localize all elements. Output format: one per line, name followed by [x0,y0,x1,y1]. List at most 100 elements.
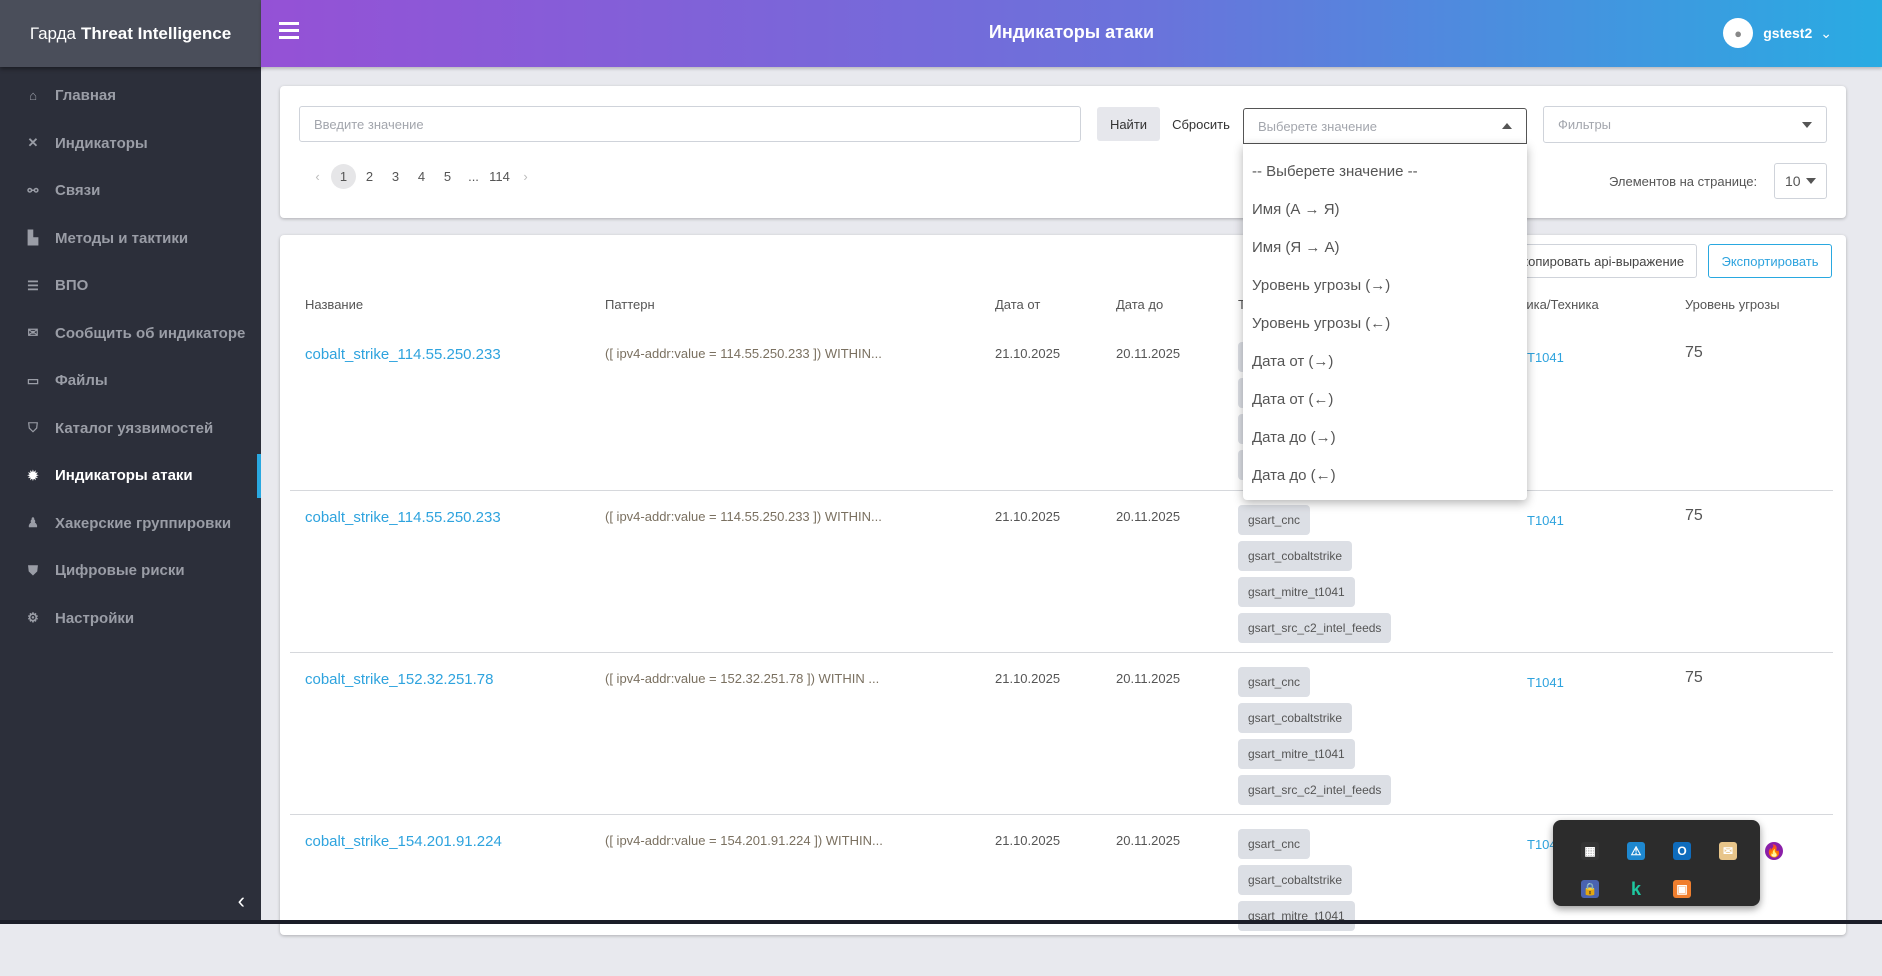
indicator-name-link[interactable]: cobalt_strike_114.55.250.233 [305,509,501,526]
tag-badge[interactable]: gsart_mitre_t1041 [1238,577,1355,607]
sidebar-item-5[interactable]: ✉ Сообщить об индикаторе [0,310,261,358]
sidebar-item-label: Связи [55,182,101,200]
page-1[interactable]: 1 [331,164,356,189]
sidebar-item-label: Индикаторы [55,134,148,152]
sort-option[interactable]: -- Выберете значение -- [1243,152,1527,190]
sidebar-item-label: ВПО [55,277,89,295]
taskbar-edge [0,920,1882,924]
sidebar-item-8[interactable]: ✹ Индикаторы атаки [0,452,261,500]
tag-badge[interactable]: gsart_src_c2_intel_feeds [1238,613,1392,643]
outlook-icon[interactable]: O [1673,842,1691,860]
search-placeholder: Введите значение [314,116,424,132]
sidebar-item-label: Каталог уязвимостей [55,419,214,437]
top-bar: Индикаторы атаки ● gstest2 ⌄ [261,0,1882,67]
column-header[interactable]: Паттерн [605,297,655,312]
sidebar-item-3[interactable]: ▙ Методы и тактики [0,215,261,263]
defender-warning-icon[interactable]: ⚠ [1627,842,1645,860]
brand-name: Threat Intelligence [80,23,232,43]
sidebar-item-7[interactable]: ⛉ Каталог уязвимостей [0,405,261,453]
sort-option[interactable]: Имя (Я → А) [1243,228,1527,266]
sidebar-item-label: Методы и тактики [55,229,189,247]
export-button[interactable]: Экспортировать [1708,244,1832,278]
tag-badge[interactable]: gsart_cnc [1238,829,1311,859]
sidebar-item-0[interactable]: ⌂ Главная [0,72,261,120]
pagination: ‹ 1 2 3 4 5... 114 › [305,164,539,189]
sort-option[interactable]: Уровень угрозы (→) [1243,266,1527,304]
sort-placeholder: Выберете значение [1258,118,1377,134]
page-title: Индикаторы атаки [988,22,1155,42]
page-4[interactable]: 4 [409,164,434,189]
sort-option[interactable]: Дата до (←) [1243,456,1527,494]
reset-button[interactable]: Сбросить [1166,107,1236,141]
search-input[interactable]: Введите значение [299,106,1081,142]
tag-badge[interactable]: gsart_mitre_t1041 [1238,901,1355,931]
user-menu[interactable]: ● gstest2 ⌄ [1723,18,1832,48]
mail-icon[interactable]: ✉ [1719,842,1737,860]
tactic-link[interactable]: T1041 [1527,675,1564,690]
avatar-icon: ● [1723,18,1754,48]
sidebar-item-label: Главная [55,87,117,105]
indicator-name-link[interactable]: cobalt_strike_152.32.251.78 [305,671,493,688]
chat-notify-icon[interactable]: ▣ [1673,880,1691,898]
table-row: cobalt_strike_114.55.250.233 ([ ipv4-addr… [290,490,1833,652]
column-header[interactable]: Дата до [1116,297,1163,312]
prev-page-button[interactable]: ‹ [305,164,330,189]
column-header[interactable]: Название [305,297,363,312]
kaspersky-icon[interactable]: k [1627,879,1645,899]
system-tray-overflow: ▦ ⚠ O ✉ 🔥 🔒 k ▣ [1553,820,1783,906]
copy-api-button[interactable]: Скопировать api-выражение [1500,244,1697,278]
sidebar-item-4[interactable]: ☰ ВПО [0,262,261,310]
page-3[interactable]: 3 [383,164,408,189]
page-...[interactable]: ... [461,164,486,189]
gear-icon: ⚙ [27,610,39,626]
brand-logo[interactable]: Гарда Threat Intelligence [0,0,261,67]
tag-badge[interactable]: gsart_cobaltstrike [1238,703,1353,733]
flame-app-icon[interactable]: 🔥 [1765,842,1783,860]
per-page-select[interactable]: 10 [1774,163,1827,199]
date-to: 20.11.2025 [1116,833,1181,848]
caret-up-icon [1502,123,1512,129]
sidebar-item-2[interactable]: ⚯ Связи [0,167,261,215]
next-page-button[interactable]: › [513,164,538,189]
sidebar-item-10[interactable]: ⛊ Цифровые риски [0,547,261,595]
shield-icon: ⛊ [28,562,38,578]
sort-option[interactable]: Имя (А → Я) [1243,190,1527,228]
chevron-down-icon: ⌄ [1820,24,1832,41]
page-2[interactable]: 2 [357,164,382,189]
sort-option[interactable]: Дата до (→) [1243,418,1527,456]
page-5[interactable]: 5 [435,164,460,189]
sidebar-item-1[interactable]: ✕ Индикаторы [0,120,261,168]
sidebar-item-label: Цифровые риски [55,562,185,580]
indicator-name-link[interactable]: cobalt_strike_114.55.250.233 [305,346,501,363]
tactic-link[interactable]: T1041 [1527,350,1564,365]
sidebar-item-9[interactable]: ♟ Хакерские группировки [0,500,261,548]
sidebar-item-6[interactable]: ▭ Файлы [0,357,261,405]
tag-badge[interactable]: gsart_cobaltstrike [1238,541,1353,571]
archive-icon: ▭ [26,372,40,388]
sidebar-item-11[interactable]: ⚙ Настройки [0,595,261,643]
lock-app-icon[interactable]: 🔒 [1581,880,1599,898]
tag-list: gsart_cnc gsart_cobaltstrike gsart_mitre_t… [1238,505,1392,649]
find-button[interactable]: Найти [1097,107,1160,141]
filters-select[interactable]: Фильтры [1543,106,1827,143]
pattern-text: ([ ipv4-addr:value = 152.32.251.78 ]) WI… [605,671,880,686]
page-114[interactable]: 114 [487,164,512,189]
sort-option[interactable]: Дата от (→) [1243,342,1527,380]
tag-badge[interactable]: gsart_cnc [1238,505,1311,535]
tag-badge[interactable]: gsart_src_c2_intel_feeds [1238,775,1392,805]
collapse-sidebar-button[interactable]: ‹ [238,888,245,914]
indicator-name-link[interactable]: cobalt_strike_154.201.91.224 [305,833,502,850]
sort-option[interactable]: Уровень угрозы (←) [1243,304,1527,342]
threat-level: 75 [1685,669,1703,686]
date-from: 21.10.2025 [995,346,1061,361]
tactic-link[interactable]: T1041 [1527,513,1564,528]
terminal-icon[interactable]: ▦ [1581,842,1599,860]
column-header[interactable]: Уровень угрозы [1685,297,1780,312]
sort-option[interactable]: Дата от (←) [1243,380,1527,418]
column-header[interactable]: Дата от [995,297,1040,312]
username: gstest2 [1763,25,1813,41]
tag-badge[interactable]: gsart_cobaltstrike [1238,865,1353,895]
tag-badge[interactable]: gsart_cnc [1238,667,1311,697]
sort-select[interactable]: Выберете значение [1243,108,1527,144]
tag-badge[interactable]: gsart_mitre_t1041 [1238,739,1355,769]
